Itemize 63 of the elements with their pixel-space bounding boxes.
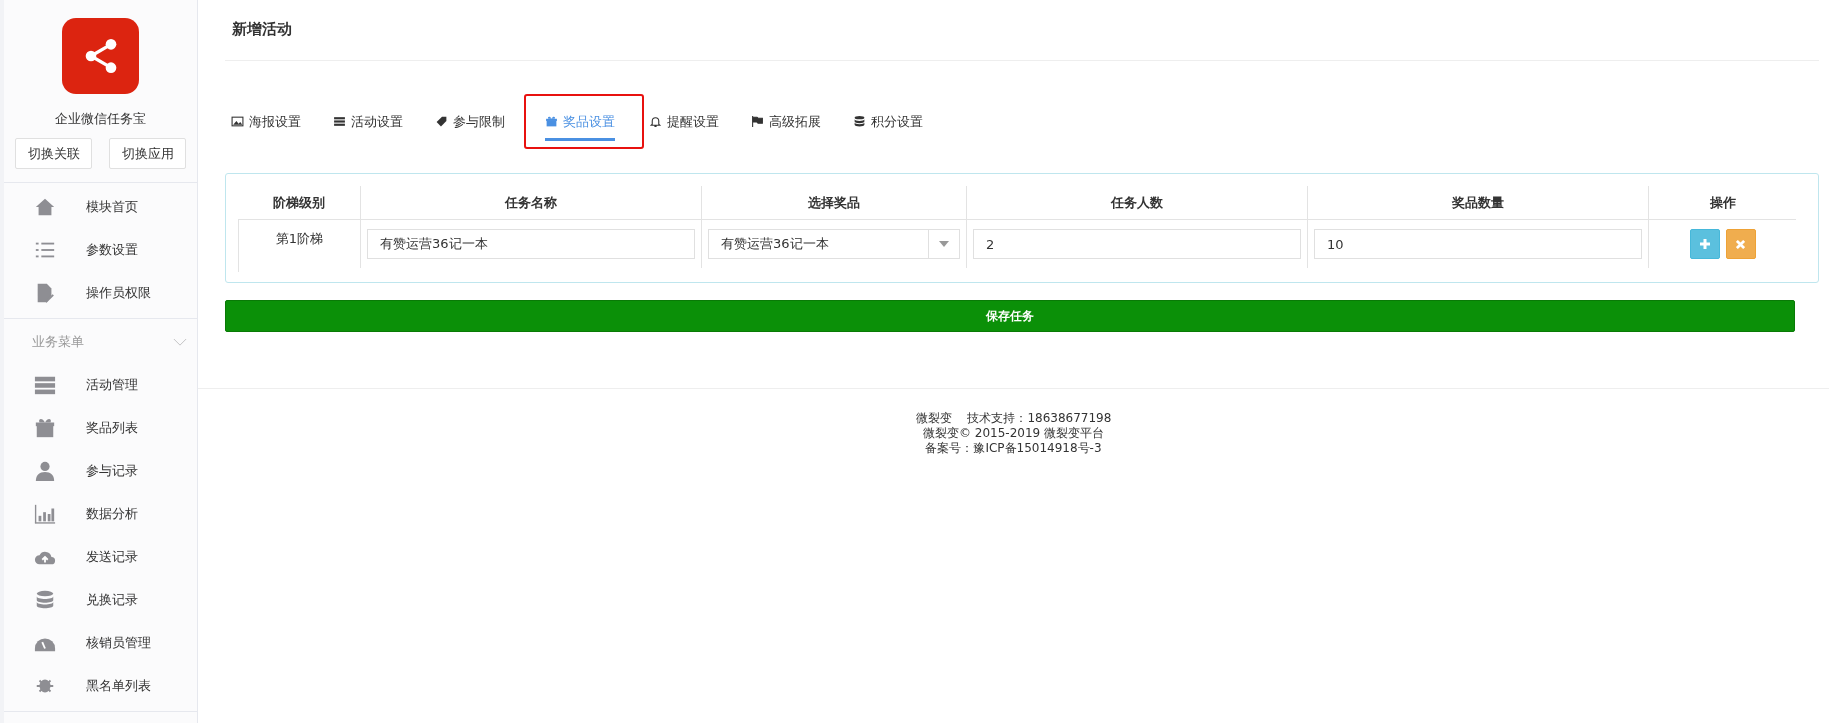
tab[interactable]: 积分设置 <box>853 105 923 141</box>
nav-label: 模块首页 <box>86 197 138 216</box>
nav-item[interactable]: 参数设置 <box>4 228 197 271</box>
nav-item[interactable]: 发送记录 <box>4 535 197 578</box>
nav-item[interactable]: 模块首页 <box>4 185 197 228</box>
nav-label: 操作员权限 <box>86 283 151 302</box>
add-button[interactable] <box>1689 229 1720 259</box>
bar-chart-icon <box>34 502 56 525</box>
column-header: 选择奖品 <box>701 186 966 220</box>
tab[interactable]: 活动设置 <box>333 105 403 141</box>
nav-label: 兑换记录 <box>86 590 138 609</box>
task-name-field[interactable]: 有赞运营36记一本 <box>367 229 695 259</box>
app-name: 企业微信任务宝 <box>55 110 146 128</box>
nav-label: 核销员管理 <box>86 633 151 652</box>
list-icon <box>333 115 346 128</box>
nav-item[interactable]: 兑换记录 <box>4 578 197 621</box>
bell-icon <box>649 115 662 128</box>
tab[interactable]: 海报设置 <box>231 105 301 141</box>
footer-text: 备案号：豫ICP备15014918号-3 <box>925 441 1102 456</box>
table-cell: 第1阶梯 <box>238 220 360 272</box>
nav-label: 活动管理 <box>86 375 138 394</box>
people-count-field[interactable]: 2 <box>973 229 1301 259</box>
tab[interactable]: 提醒设置 <box>649 105 719 141</box>
quantity-field[interactable]: 10 <box>1314 229 1642 259</box>
nav-label: 参与记录 <box>86 461 138 480</box>
footer-text: 微裂变© 2015-2019 微裂变平台 <box>922 426 1104 441</box>
column-header: 操作 <box>1648 186 1796 220</box>
close-icon <box>1736 239 1745 249</box>
tab[interactable]: 参与限制 <box>435 105 505 141</box>
nav-item[interactable]: 奖品列表 <box>4 406 197 449</box>
nav-label: 参数设置 <box>86 240 138 259</box>
save-button[interactable]: 保存任务 <box>225 300 1795 332</box>
nav-label: 奖品列表 <box>86 418 138 437</box>
switch-button[interactable]: 切换关联 <box>15 138 92 169</box>
nav-item[interactable]: 参与记录 <box>4 449 197 492</box>
column-header: 奖品数量 <box>1307 186 1648 220</box>
gift-icon <box>545 115 558 128</box>
nav-item[interactable]: 数据分析 <box>4 492 197 535</box>
nav-label: 数据分析 <box>86 504 138 523</box>
nav-label: 黑名单列表 <box>86 676 151 695</box>
nav-item[interactable]: 活动管理 <box>4 363 197 406</box>
tab[interactable]: 高级拓展 <box>751 105 821 141</box>
plus-icon <box>1699 239 1710 249</box>
picture-icon <box>231 115 244 128</box>
column-header: 阶梯级别 <box>238 186 360 220</box>
footer-text: 微裂变 技术支持：18638677198 <box>915 411 1112 426</box>
column-header: 任务名称 <box>360 186 701 220</box>
nav-item[interactable]: 核销员管理 <box>4 621 197 664</box>
prize-select[interactable]: 有赞运营36记一本 <box>708 229 960 259</box>
nav-item[interactable]: 操作员权限 <box>4 271 197 314</box>
flag-icon <box>751 115 764 128</box>
share-logo-icon <box>62 18 139 94</box>
page-title: 新增活动 <box>225 0 1819 61</box>
column-header: 任务人数 <box>966 186 1307 220</box>
nav-label: 发送记录 <box>86 547 138 566</box>
switch-button[interactable]: 切换应用 <box>109 138 186 169</box>
database-icon <box>853 115 866 128</box>
nav-item[interactable]: 黑名单列表 <box>4 664 197 707</box>
person-icon <box>34 459 56 482</box>
tag-icon <box>435 115 448 128</box>
gift-icon <box>34 416 56 439</box>
delete-button[interactable] <box>1725 229 1756 259</box>
database-icon <box>34 588 56 611</box>
